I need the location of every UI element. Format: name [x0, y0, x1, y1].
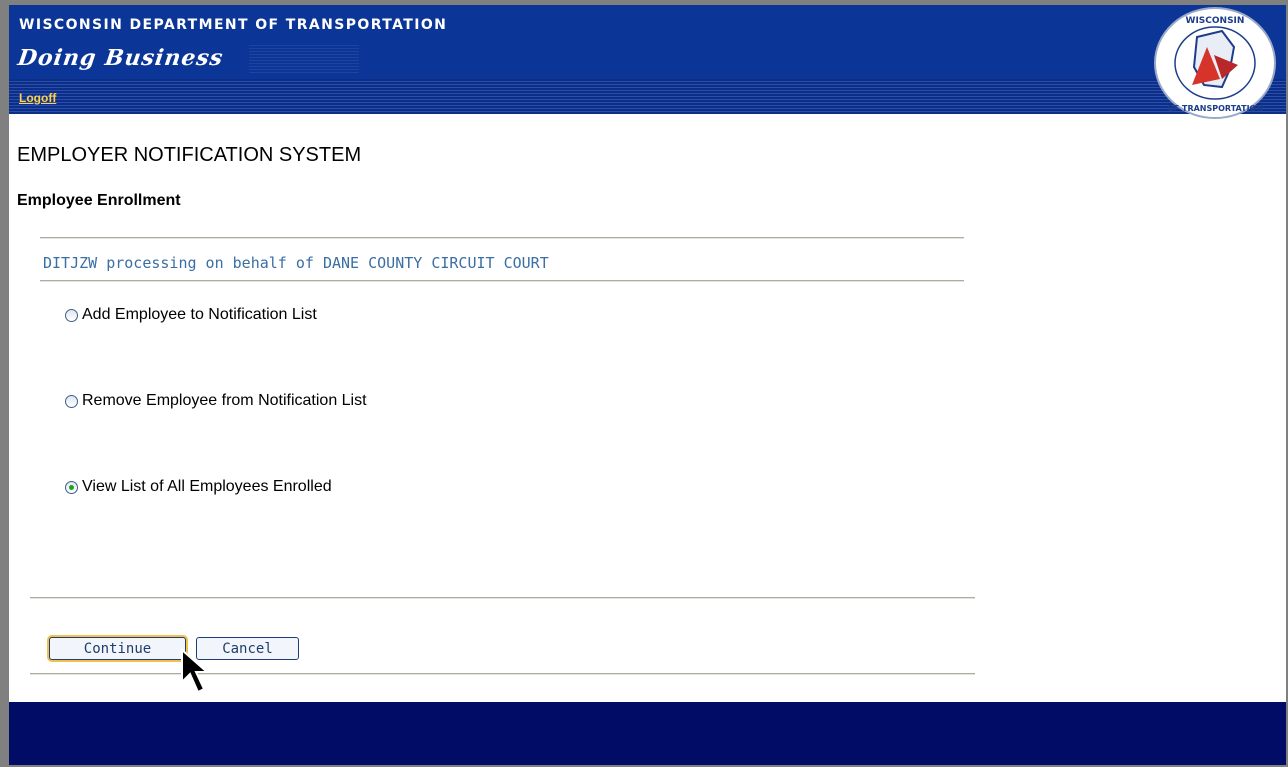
- site-header: WISCONSIN DEPARTMENT OF TRANSPORTATION D…: [9, 5, 1286, 114]
- wisconsin-dot-seal-icon: WISCONSIN OF TRANSPORTATION: [1154, 7, 1276, 119]
- mouse-pointer-icon: [181, 648, 210, 694]
- radio-remove-employee[interactable]: [65, 394, 78, 408]
- department-title: WISCONSIN DEPARTMENT OF TRANSPORTATION: [19, 17, 448, 33]
- brand-title: Doing Business: [16, 45, 226, 71]
- option-label: Remove Employee from Notification List: [82, 392, 367, 409]
- logoff-link[interactable]: Logoff: [19, 91, 56, 105]
- option-label: Add Employee to Notification List: [82, 306, 317, 323]
- radio-add-employee[interactable]: [65, 308, 78, 322]
- divider: [30, 597, 975, 599]
- browser-frame: WISCONSIN DEPARTMENT OF TRANSPORTATION D…: [0, 0, 1288, 767]
- section-title: Employee Enrollment: [17, 192, 181, 209]
- header-decoration: [249, 45, 359, 75]
- option-remove-employee[interactable]: Remove Employee from Notification List: [65, 392, 367, 410]
- option-add-employee[interactable]: Add Employee to Notification List: [65, 306, 317, 324]
- processing-info: DITJZW processing on behalf of DANE COUN…: [43, 254, 549, 272]
- svg-text:WISCONSIN: WISCONSIN: [1186, 16, 1245, 26]
- radio-view-list[interactable]: [65, 480, 78, 494]
- header-stripe-band: [9, 79, 1286, 114]
- option-label: View List of All Employees Enrolled: [82, 478, 332, 495]
- page-title: EMPLOYER NOTIFICATION SYSTEM: [17, 144, 362, 166]
- option-view-list[interactable]: View List of All Employees Enrolled: [65, 478, 332, 496]
- divider: [40, 280, 964, 282]
- site-footer: [9, 702, 1286, 765]
- divider: [30, 673, 975, 675]
- cancel-button[interactable]: Cancel: [196, 637, 299, 660]
- divider: [40, 237, 964, 239]
- continue-button[interactable]: Continue: [49, 637, 186, 660]
- svg-text:OF TRANSPORTATION: OF TRANSPORTATION: [1167, 104, 1263, 113]
